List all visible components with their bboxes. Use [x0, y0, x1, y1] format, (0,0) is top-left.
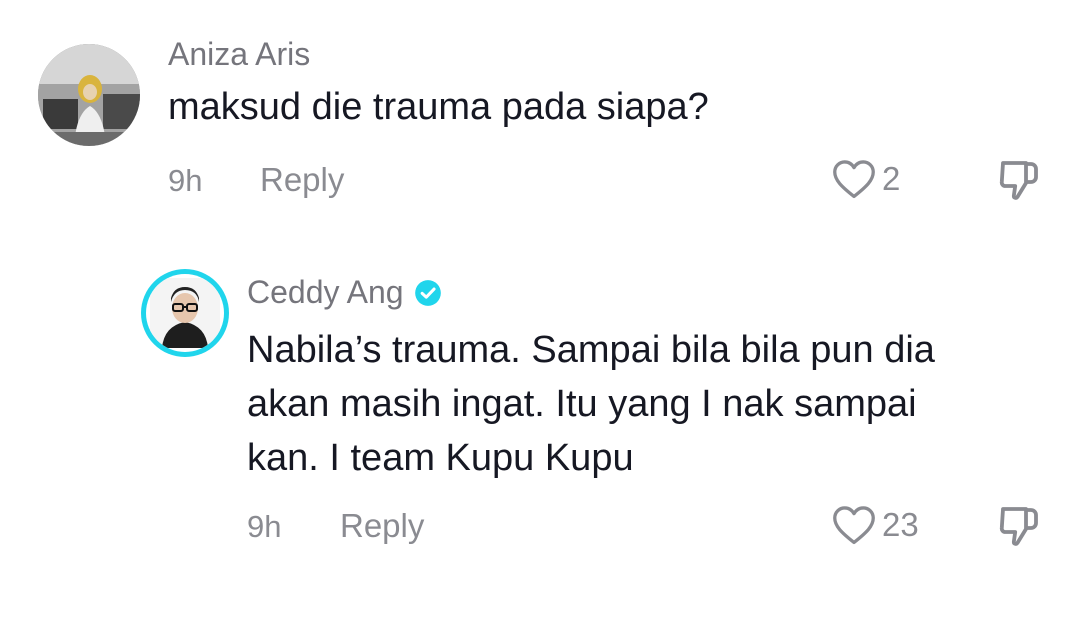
dislike-button[interactable]	[995, 156, 1043, 209]
comment-text: Nabila’s trauma. Sampai bila bila pun di…	[247, 323, 935, 485]
reply-button[interactable]: Reply	[340, 507, 424, 545]
username-text[interactable]: Ceddy Ang	[247, 274, 404, 311]
comment-text-line: akan masih ingat. Itu yang I nak sampai	[247, 383, 917, 425]
comment-username[interactable]: Ceddy Ang	[247, 274, 442, 311]
comment-time: 9h	[168, 163, 203, 198]
avatar[interactable]	[38, 44, 140, 146]
heart-outline-icon	[833, 506, 875, 545]
like-button[interactable]: 23	[832, 504, 919, 546]
reply-comment-item: Ceddy Ang Nabila’s trauma. Sampai bila b…	[0, 230, 1080, 622]
reply-button[interactable]: Reply	[260, 161, 344, 199]
like-count: 23	[882, 506, 919, 543]
like-count: 2	[882, 160, 901, 197]
like-button[interactable]: 2	[832, 158, 900, 200]
dislike-button[interactable]	[995, 502, 1043, 555]
comment-time: 9h	[247, 509, 282, 544]
comment-text-line: kan. I team Kupu Kupu	[247, 437, 634, 479]
avatar-inner	[146, 274, 224, 352]
username-text[interactable]: Aniza Aris	[168, 36, 310, 73]
avatar[interactable]	[141, 269, 229, 357]
thumbs-down-outline-icon	[999, 507, 1038, 546]
comment-text: maksud die trauma pada siapa?	[168, 80, 709, 134]
comment-text-line: Nabila’s trauma. Sampai bila bila pun di…	[247, 329, 935, 371]
comment-item: Aniza Aris maksud die trauma pada siapa?…	[0, 0, 1080, 230]
comment-username[interactable]: Aniza Aris	[168, 36, 310, 73]
heart-outline-icon	[833, 160, 875, 199]
avatar-image	[38, 44, 140, 146]
thumbs-down-outline-icon	[999, 161, 1038, 200]
comment-text-line: maksud die trauma pada siapa?	[168, 86, 709, 128]
verified-badge-icon	[414, 279, 442, 307]
avatar-image	[150, 278, 220, 348]
